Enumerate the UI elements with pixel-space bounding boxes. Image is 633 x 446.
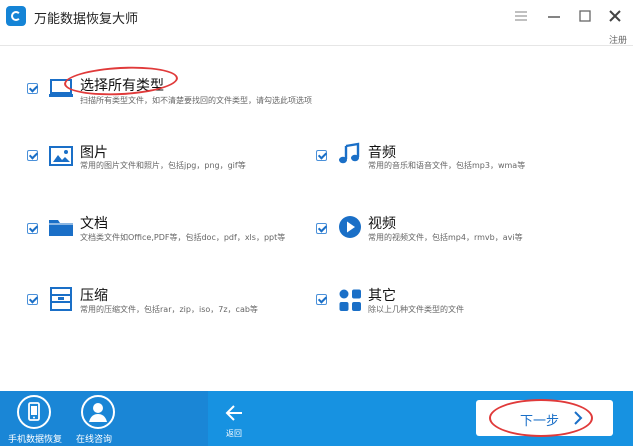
option-title-archives: 压缩 [80,288,108,304]
app-logo-icon [6,6,26,26]
archive-icon [48,286,74,312]
user-icon [81,395,115,429]
chevron-right-icon [574,411,583,425]
grid-icon [337,287,363,313]
option-desc-other: 除以上几种文件类型的文件 [368,305,464,314]
next-step-button[interactable]: 下一步 [476,400,613,436]
online-consult-label: 在线咨询 [76,435,113,445]
phone-recovery-label: 手机数据恢复 [8,435,63,445]
close-icon[interactable] [604,5,626,27]
option-desc-video: 常用的视频文件，包括mp4，rmvb，avi等 [368,233,523,242]
option-desc-audio: 常用的音乐和语音文件，包括mp3，wma等 [368,161,526,170]
image-icon [48,143,74,169]
play-icon [337,214,363,240]
divider [0,45,633,46]
menu-icon[interactable] [510,5,532,27]
option-desc-images: 常用的图片文件和照片，包括jpg，png，gif等 [80,161,246,170]
minimize-icon[interactable] [543,5,565,27]
option-desc-all-types: 扫描所有类型文件，如不清楚要找回的文件类型，请勾选此项选项 [80,96,312,105]
music-note-icon [337,142,363,168]
option-desc-documents: 文档类文件如Office,PDF等，包括doc，pdf，xls，ppt等 [80,233,286,242]
option-title-other: 其它 [368,288,396,304]
option-title-video: 视频 [368,216,396,232]
checkbox-video[interactable] [316,223,327,234]
folder-icon [48,214,74,240]
checkbox-documents[interactable] [27,223,38,234]
back-button[interactable]: 返回 [222,401,248,439]
online-consult-button[interactable]: 在线咨询 [76,395,118,445]
app-title: 万能数据恢复大师 [34,12,139,27]
checkbox-other[interactable] [316,294,327,305]
checkbox-audio[interactable] [316,150,327,161]
checkbox-archives[interactable] [27,294,38,305]
phone-icon [17,395,51,429]
option-title-documents: 文档 [80,216,108,232]
monitor-icon [48,75,74,101]
option-title-audio: 音频 [368,145,396,161]
checkbox-images[interactable] [27,150,38,161]
option-desc-archives: 常用的压缩文件，包括rar，zip，iso，7z，cab等 [80,305,258,314]
arrow-left-icon [225,405,242,421]
next-step-label: 下一步 [520,414,560,429]
checkbox-all-types[interactable] [27,83,38,94]
phone-recovery-button[interactable]: 手机数据恢复 [8,395,62,445]
option-title-images: 图片 [80,145,108,161]
back-label: 返回 [226,429,242,438]
option-title-all-types: 选择所有类型 [80,78,164,94]
maximize-icon[interactable] [574,5,596,27]
title-bar: 万能数据恢复大师 [0,0,633,32]
